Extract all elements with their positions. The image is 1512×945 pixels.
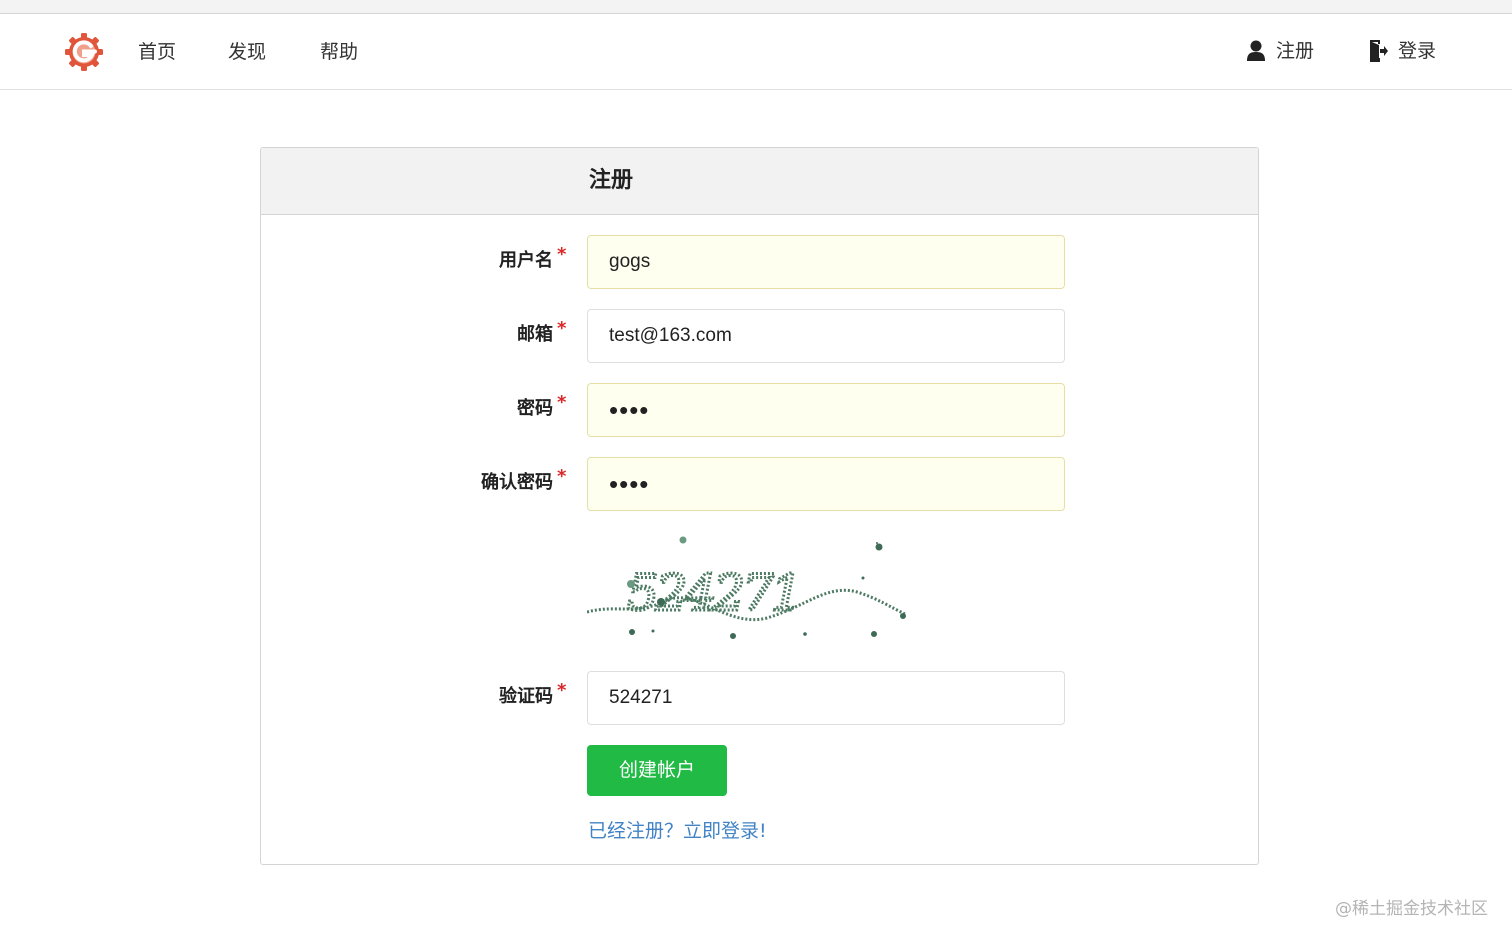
- top-navbar: 首页 发现 帮助 注册 登录: [0, 14, 1512, 90]
- nav-login[interactable]: 登录: [1368, 38, 1436, 64]
- user-icon: [1247, 40, 1265, 61]
- required-asterisk: *: [557, 392, 567, 413]
- watermark: @稀土掘金技术社区: [1335, 899, 1488, 919]
- captcha-label: 验证码: [499, 686, 553, 707]
- nav-help[interactable]: 帮助: [320, 40, 358, 64]
- sign-in-icon: [1370, 40, 1388, 62]
- email-label: 邮箱: [517, 324, 553, 345]
- password-input[interactable]: [587, 383, 1065, 437]
- captcha-input[interactable]: [587, 671, 1065, 725]
- signup-form-card: 注册 用户名 * 邮箱 * 密码 * 确认密码 * 524271 验: [260, 147, 1259, 865]
- email-input[interactable]: [587, 309, 1065, 363]
- form-header: 注册: [261, 148, 1258, 215]
- signin-link[interactable]: 已经注册？立即登录!: [588, 817, 767, 845]
- required-asterisk: *: [557, 680, 567, 701]
- form-title: 注册: [589, 168, 634, 193]
- nav-login-label: 登录: [1398, 40, 1437, 62]
- nav-register[interactable]: 注册: [1246, 38, 1314, 64]
- password-label: 密码: [517, 398, 553, 419]
- browser-top-strip: [0, 0, 1512, 14]
- nav-home[interactable]: 首页: [138, 40, 176, 64]
- username-label: 用户名: [499, 250, 553, 271]
- required-asterisk: *: [557, 466, 567, 487]
- nav-explore[interactable]: 发现: [228, 40, 266, 64]
- nav-register-label: 注册: [1276, 40, 1315, 62]
- required-asterisk: *: [557, 318, 567, 339]
- captcha-image[interactable]: 524271: [587, 534, 912, 644]
- required-asterisk: *: [557, 244, 567, 265]
- username-input[interactable]: [587, 235, 1065, 289]
- gogs-logo-icon[interactable]: [64, 32, 104, 72]
- confirm-password-label: 确认密码: [481, 472, 553, 493]
- create-account-button[interactable]: 创建帐户: [587, 745, 727, 796]
- captcha-text: 524271: [627, 564, 800, 622]
- confirm-password-input[interactable]: [587, 457, 1065, 511]
